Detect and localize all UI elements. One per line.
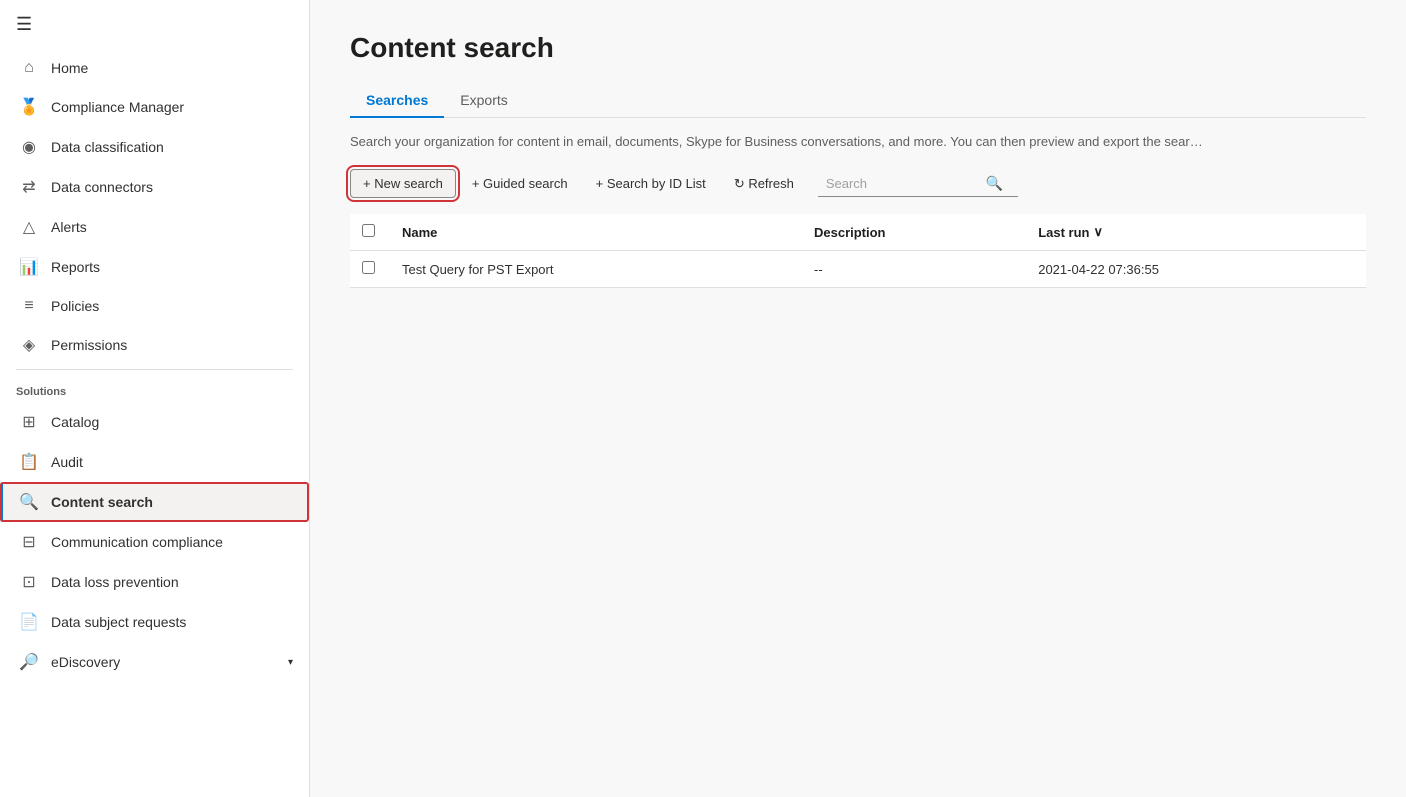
nav-alerts[interactable]: △ Alerts (0, 207, 309, 247)
compliance-manager-icon: 🏅 (19, 97, 39, 117)
reports-icon: 📊 (19, 257, 39, 277)
row-name-cell: Test Query for PST Export (390, 251, 802, 288)
sidebar: ☰ ⌂ Home 🏅 Compliance Manager ◉ Data cla… (0, 0, 310, 797)
col-name-label: Name (402, 225, 437, 240)
nav-alerts-label: Alerts (51, 219, 87, 235)
data-subject-requests-icon: 📄 (19, 612, 39, 632)
col-header-description: Description (802, 214, 1026, 251)
home-icon: ⌂ (19, 59, 39, 77)
main-content: Content search Searches Exports Search y… (310, 0, 1406, 797)
tab-exports[interactable]: Exports (444, 84, 523, 118)
page-title: Content search (350, 32, 1366, 64)
nav-communication-compliance-label: Communication compliance (51, 534, 223, 550)
sort-chevron-icon: ∨ (1094, 224, 1104, 240)
refresh-button[interactable]: ↻ Refresh (722, 170, 806, 198)
nav-data-subject-requests[interactable]: 📄 Data subject requests (0, 602, 309, 642)
nav-ediscovery-label: eDiscovery (51, 654, 120, 670)
nav-audit[interactable]: 📋 Audit (0, 442, 309, 482)
col-last-run-label: Last run (1038, 225, 1089, 240)
nav-reports-label: Reports (51, 259, 100, 275)
toolbar: + New search + Guided search + Search by… (350, 169, 1366, 198)
new-search-label: + New search (363, 176, 443, 191)
new-search-button[interactable]: + New search (350, 169, 456, 198)
nav-catalog-label: Catalog (51, 414, 99, 430)
nav-ediscovery[interactable]: 🔎 eDiscovery ▾ (0, 642, 309, 682)
col-header-last-run[interactable]: Last run ∨ (1026, 214, 1366, 251)
page-description: Search your organization for content in … (350, 134, 1366, 149)
search-by-id-button[interactable]: + Search by ID List (584, 170, 718, 197)
hamburger-icon[interactable]: ☰ (16, 14, 32, 35)
search-input[interactable] (826, 176, 986, 191)
nav-permissions-label: Permissions (51, 337, 127, 353)
ediscovery-icon: 🔎 (19, 652, 39, 672)
divider (16, 369, 293, 370)
col-last-run-sortable[interactable]: Last run ∨ (1038, 224, 1354, 240)
data-classification-icon: ◉ (19, 137, 39, 157)
nav-data-connectors[interactable]: ⇄ Data connectors (0, 167, 309, 207)
table-header-row: Name Description Last run ∨ (350, 214, 1366, 251)
nav-data-loss-prevention-label: Data loss prevention (51, 574, 179, 590)
ediscovery-expand-icon: ▾ (288, 657, 293, 668)
guided-search-button[interactable]: + Guided search (460, 170, 580, 197)
nav-permissions[interactable]: ◈ Permissions (0, 325, 309, 365)
nav-data-subject-requests-label: Data subject requests (51, 614, 186, 630)
content-search-nav-icon: 🔍 (19, 492, 39, 512)
row-description-cell: -- (802, 251, 1026, 288)
col-header-name: Name (390, 214, 802, 251)
nav-content-search[interactable]: 🔍 Content search (0, 482, 309, 522)
nav-communication-compliance[interactable]: ⊟ Communication compliance (0, 522, 309, 562)
nav-data-loss-prevention[interactable]: ⊡ Data loss prevention (0, 562, 309, 602)
catalog-icon: ⊞ (19, 412, 39, 432)
nav-home[interactable]: ⌂ Home (0, 49, 309, 87)
nav-audit-label: Audit (51, 454, 83, 470)
policies-icon: ≡ (19, 297, 39, 315)
nav-content-search-label: Content search (51, 494, 153, 510)
permissions-icon: ◈ (19, 335, 39, 355)
nav-compliance-manager[interactable]: 🏅 Compliance Manager (0, 87, 309, 127)
col-description-label: Description (814, 225, 886, 240)
sidebar-header: ☰ (0, 0, 309, 49)
data-loss-prevention-icon: ⊡ (19, 572, 39, 592)
search-by-id-label: + Search by ID List (596, 176, 706, 191)
alerts-icon: △ (19, 217, 39, 237)
search-box[interactable]: 🔍 (818, 171, 1018, 197)
results-table: Name Description Last run ∨ Test Query (350, 214, 1366, 288)
nav-compliance-manager-label: Compliance Manager (51, 99, 184, 115)
solutions-section-label: Solutions (0, 374, 309, 402)
refresh-label: ↻ Refresh (734, 176, 794, 192)
nav-catalog[interactable]: ⊞ Catalog (0, 402, 309, 442)
nav-home-label: Home (51, 60, 88, 76)
nav-policies-label: Policies (51, 298, 99, 314)
tab-searches[interactable]: Searches (350, 84, 444, 118)
table-row[interactable]: Test Query for PST Export -- 2021-04-22 … (350, 251, 1366, 288)
guided-search-label: + Guided search (472, 176, 568, 191)
nav-data-classification-label: Data classification (51, 139, 164, 155)
communication-compliance-icon: ⊟ (19, 532, 39, 552)
select-all-header[interactable] (350, 214, 390, 251)
audit-icon: 📋 (19, 452, 39, 472)
select-all-checkbox[interactable] (362, 224, 375, 237)
data-connectors-icon: ⇄ (19, 177, 39, 197)
row-last-run-cell: 2021-04-22 07:36:55 (1026, 251, 1366, 288)
nav-policies[interactable]: ≡ Policies (0, 287, 309, 325)
nav-data-classification[interactable]: ◉ Data classification (0, 127, 309, 167)
row-checkbox-cell[interactable] (350, 251, 390, 288)
row-checkbox[interactable] (362, 261, 375, 274)
tabs-container: Searches Exports (350, 84, 1366, 118)
nav-data-connectors-label: Data connectors (51, 179, 153, 195)
nav-reports[interactable]: 📊 Reports (0, 247, 309, 287)
search-icon: 🔍 (986, 175, 1003, 192)
